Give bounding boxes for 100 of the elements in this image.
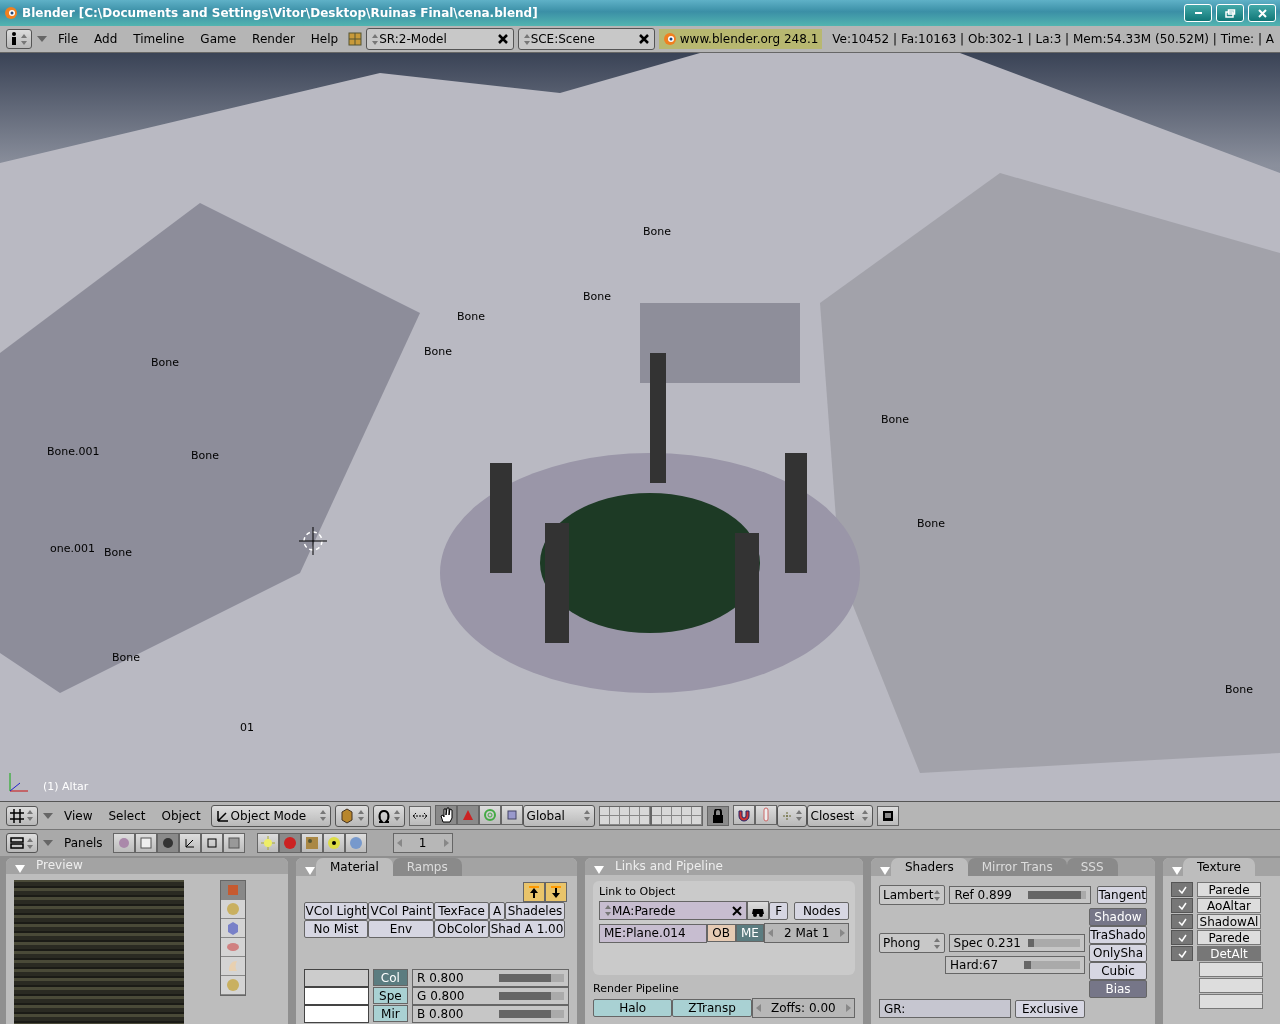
panel-tab[interactable]: Shaders xyxy=(891,858,968,876)
menu-item[interactable]: View xyxy=(58,808,99,823)
layer-button[interactable] xyxy=(629,815,640,825)
empty-channel-slot[interactable] xyxy=(1199,978,1263,993)
collapse-triangle-icon[interactable] xyxy=(879,866,891,876)
preview-shape-button[interactable] xyxy=(221,976,245,995)
render-preview-button[interactable] xyxy=(876,805,899,826)
mesh-name-field[interactable]: ME:Plane.014 xyxy=(599,923,707,943)
ztransp-button[interactable]: ZTransp xyxy=(672,999,752,1017)
world-button[interactable] xyxy=(344,833,367,853)
collapse-triangle-icon[interactable] xyxy=(304,866,316,876)
paste-button[interactable] xyxy=(545,882,567,902)
editor-type-button[interactable] xyxy=(6,833,38,853)
layer-button[interactable] xyxy=(609,806,620,816)
panel-tab[interactable]: Texture xyxy=(1183,858,1255,876)
texture-channel[interactable]: ShadowAl xyxy=(1197,914,1261,929)
layer-button[interactable] xyxy=(639,815,650,825)
diffuse-shader-selector[interactable]: Lambert xyxy=(879,885,946,905)
layer-button[interactable] xyxy=(639,806,650,816)
toggle-button[interactable]: VCol Paint xyxy=(368,902,434,920)
restore-button[interactable] xyxy=(1216,4,1244,22)
radiosity-button[interactable] xyxy=(322,833,345,853)
collapse-triangle-icon[interactable] xyxy=(42,810,54,821)
context-button[interactable] xyxy=(112,833,135,853)
menu-item[interactable]: Help xyxy=(304,32,345,46)
preview-shape-button[interactable] xyxy=(221,957,245,976)
proportional-button[interactable] xyxy=(754,804,777,825)
pivot-selector[interactable] xyxy=(372,804,405,827)
layer-button[interactable] xyxy=(681,815,692,825)
toggle-button[interactable]: TexFace xyxy=(434,902,489,920)
context-button[interactable] xyxy=(178,833,201,853)
color-swatch[interactable] xyxy=(304,968,369,987)
checkbox[interactable] xyxy=(1171,946,1193,961)
editor-type-button[interactable] xyxy=(6,29,32,49)
lamp-button[interactable] xyxy=(256,833,279,853)
lock-button[interactable] xyxy=(706,805,729,826)
hardness-slider[interactable]: Hard:67 xyxy=(945,956,1085,974)
layer-button[interactable] xyxy=(651,806,662,816)
toggle-button[interactable]: Env xyxy=(368,920,434,938)
checkbox[interactable] xyxy=(1171,882,1193,897)
toggle-button[interactable]: VCol Light xyxy=(304,902,368,920)
color-mode-button[interactable]: Mir xyxy=(372,1005,408,1022)
rotate-button[interactable] xyxy=(478,804,501,825)
color-mode-button[interactable]: Col xyxy=(372,969,408,986)
snap-toggle[interactable] xyxy=(732,804,755,825)
preview-shape-button[interactable] xyxy=(221,919,245,938)
preview-shape-button[interactable] xyxy=(221,938,245,957)
menu-item[interactable]: Object xyxy=(155,808,207,823)
empty-channel-slot[interactable] xyxy=(1199,962,1263,977)
layer-button[interactable] xyxy=(599,815,610,825)
texture-channel[interactable]: Parede xyxy=(1197,882,1261,897)
context-button[interactable] xyxy=(222,833,245,853)
texture-channel[interactable]: DetAlt xyxy=(1197,946,1261,961)
mode-selector[interactable]: Object Mode xyxy=(210,804,331,827)
nodes-button[interactable]: Nodes xyxy=(794,901,849,920)
panel-tab[interactable]: Material xyxy=(316,858,393,876)
texture-channel[interactable]: Parede xyxy=(1197,930,1261,945)
specular-shader-selector[interactable]: Phong xyxy=(879,933,945,953)
context-button[interactable] xyxy=(134,833,157,853)
manipulator-toggle[interactable] xyxy=(434,804,457,825)
editor-type-button[interactable] xyxy=(6,805,38,826)
material-selector[interactable]: MA:Parede xyxy=(599,901,748,920)
layer-button[interactable] xyxy=(599,806,610,816)
layer-button[interactable] xyxy=(691,806,702,816)
frame-field[interactable]: 1 xyxy=(392,833,453,853)
toggle-button[interactable]: No Mist xyxy=(304,920,368,938)
context-button[interactable] xyxy=(156,833,179,853)
menu-item[interactable]: Render xyxy=(246,32,301,46)
texture-button[interactable] xyxy=(300,833,323,853)
collapse-triangle-icon[interactable] xyxy=(42,838,54,848)
toggle-button[interactable]: TraShado xyxy=(1089,926,1147,944)
material-index-field[interactable]: 2 Mat 1 xyxy=(764,923,849,943)
layer-button[interactable] xyxy=(671,815,682,825)
scale-button[interactable] xyxy=(500,804,523,825)
empty-channel-slot[interactable] xyxy=(1199,994,1263,1009)
snap-target-selector[interactable]: Closest xyxy=(806,804,873,827)
toggle-button[interactable]: ObColor xyxy=(434,920,489,938)
color-slider[interactable]: R 0.800 xyxy=(412,968,569,987)
menu-item[interactable]: Select xyxy=(102,808,152,823)
reflectivity-slider[interactable]: Ref 0.899 xyxy=(949,886,1092,904)
collapse-triangle-icon[interactable] xyxy=(14,864,26,874)
layer-button[interactable] xyxy=(661,806,672,816)
checkbox[interactable] xyxy=(1171,914,1193,929)
layer-button[interactable] xyxy=(629,806,640,816)
orientation-selector[interactable]: Global xyxy=(522,804,595,827)
align-button[interactable] xyxy=(408,805,431,826)
color-mode-button[interactable]: Spe xyxy=(372,987,408,1004)
layer-button[interactable] xyxy=(609,815,620,825)
menu-item[interactable]: File xyxy=(52,32,85,46)
context-button[interactable] xyxy=(200,833,223,853)
toggle-button[interactable]: Cubic xyxy=(1089,962,1147,980)
toggle-button[interactable]: A xyxy=(489,902,505,920)
specular-slider[interactable]: Spec 0.231 xyxy=(948,934,1085,952)
link-toggle[interactable]: OB xyxy=(706,924,736,942)
checkbox[interactable] xyxy=(1171,930,1193,945)
texture-channel[interactable]: AoAltar xyxy=(1197,898,1261,913)
layer-button[interactable] xyxy=(619,806,630,816)
link-toggle[interactable]: ME xyxy=(735,924,765,942)
menu-item[interactable]: Game xyxy=(194,32,243,46)
close-button[interactable] xyxy=(1248,4,1276,22)
